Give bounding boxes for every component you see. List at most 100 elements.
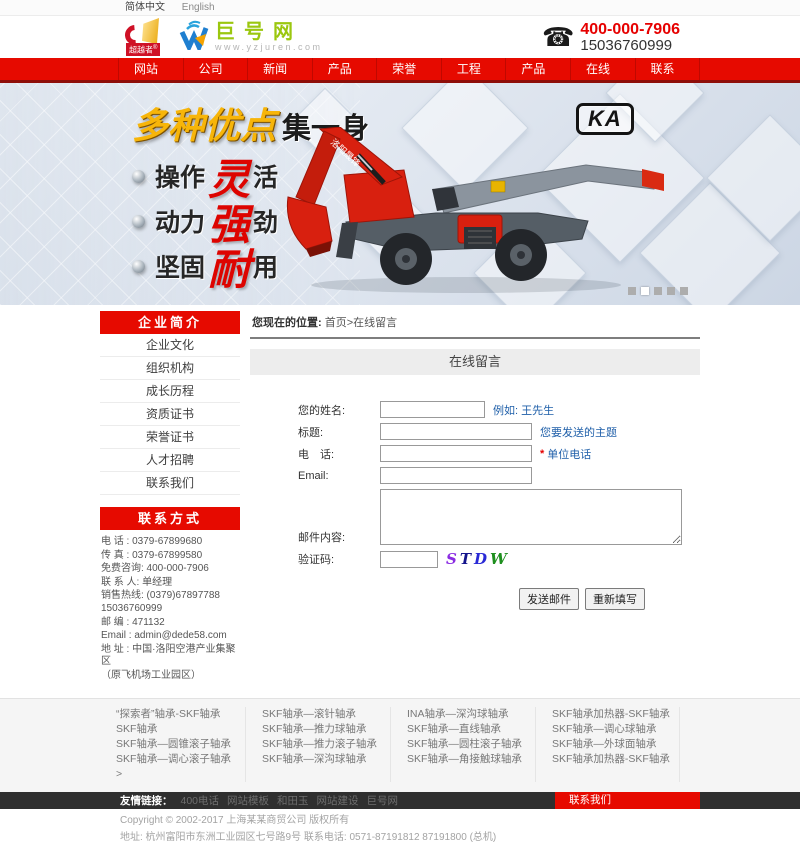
nav-item-message[interactable]: 在线留言 <box>571 58 636 80</box>
registered-mark: ® <box>153 45 157 51</box>
sidebar-item-culture[interactable]: 企业文化 <box>100 334 240 357</box>
content-area: 您现在的位置: 首页>在线留言 在线留言 您的姓名: 例如: 王先生 标题: 您… <box>250 311 700 684</box>
footer-link[interactable]: SKF轴承 <box>116 722 245 737</box>
reset-button[interactable]: 重新填写 <box>585 588 645 610</box>
footer-link[interactable]: SKF轴承—圆锥滚子轴承 <box>116 737 245 752</box>
sidebar-item-recruit[interactable]: 人才招聘 <box>100 449 240 472</box>
footer-link[interactable]: SKF轴承—推力球轴承 <box>262 722 390 737</box>
captcha-input[interactable] <box>380 551 438 568</box>
nav-item-products[interactable]: 产品展示 <box>313 58 378 80</box>
friend-link[interactable]: 网站建设 <box>317 793 359 808</box>
lang-zh-link[interactable]: 简体中文 <box>125 2 165 13</box>
point-highlight: 耐 <box>208 236 250 297</box>
sidebar-item-qualification[interactable]: 资质证书 <box>100 403 240 426</box>
contact-line: 邮 编 : 471132 <box>101 617 239 630</box>
contact-line: 地 址 : 中国·洛阳空港产业集聚区 <box>101 644 239 669</box>
footer-link[interactable]: SKF轴承—外球面轴承 <box>552 737 679 752</box>
footer-link[interactable]: SKF轴承加热器-SKF轴承 <box>552 707 679 722</box>
contact-line: 销售热线: (0379)67897788 15036760999 <box>101 590 239 615</box>
footer-link[interactable]: SKF轴承—角接触球轴承 <box>407 752 535 767</box>
phone-icon: ☎ <box>542 24 574 50</box>
language-bar: 简体中文 English <box>0 0 800 16</box>
phone-label: 电 话: <box>298 446 380 462</box>
friend-link[interactable]: 网站模板 <box>227 793 269 808</box>
captcha-image: STDW <box>446 550 510 568</box>
friend-link[interactable]: 巨号网 <box>367 793 399 808</box>
contact-line: （原飞机场工业园区） <box>101 670 239 683</box>
banner-dot[interactable] <box>680 287 688 295</box>
sidebar-item-contact[interactable]: 联系我们 <box>100 472 240 495</box>
banner-dot[interactable] <box>654 287 662 295</box>
breadcrumb-home-link[interactable]: 首页 <box>325 317 347 329</box>
captcha-label: 验证码: <box>298 551 380 567</box>
footer-link[interactable]: “探索者”轴承-SKF轴承 <box>116 707 245 722</box>
nav-item-about[interactable]: 公司简介 <box>184 58 249 80</box>
name-input[interactable] <box>380 401 485 418</box>
footer-more-link[interactable]: > <box>116 767 245 782</box>
site-url: www.yzjuren.com <box>215 42 323 52</box>
point-text: 劲 <box>253 203 278 239</box>
footer-link[interactable]: SKF轴承加热器-SKF轴承 <box>552 752 679 767</box>
nav-item-news[interactable]: 新闻资讯 <box>248 58 313 80</box>
nav-item-home[interactable]: 网站首页 <box>118 58 184 80</box>
site-header: 超越者® 巨号网 www.yzjuren.com ☎ 400-000-7906 … <box>0 16 800 58</box>
nav-item-knowledge[interactable]: 产品知识 <box>506 58 571 80</box>
footer-link[interactable]: SKF轴承—直线轴承 <box>407 722 535 737</box>
subject-input[interactable] <box>380 423 532 440</box>
banner-dot[interactable] <box>628 287 636 295</box>
site-name: 巨号网 <box>215 22 323 42</box>
email-input[interactable] <box>380 467 532 484</box>
send-mail-button[interactable]: 发送邮件 <box>519 588 579 610</box>
phone-input[interactable] <box>380 445 532 462</box>
banner-headline-highlight: 多种优点 <box>132 105 276 146</box>
sidebar-item-honor[interactable]: 荣誉证书 <box>100 426 240 449</box>
footer-links-section: “探索者”轴承-SKF轴承 SKF轴承 SKF轴承—圆锥滚子轴承 SKF轴承—调… <box>0 698 800 792</box>
brand-logo-icon: 超越者® <box>125 18 169 56</box>
header-phone-block: ☎ 400-000-7906 15036760999 <box>542 21 680 54</box>
footer-link[interactable]: SKF轴承—推力滚子轴承 <box>262 737 390 752</box>
nav-item-contact[interactable]: 联系我们 <box>636 58 701 80</box>
banner-dot-active[interactable] <box>641 287 649 295</box>
banner-dot[interactable] <box>667 287 675 295</box>
nav-item-honors[interactable]: 荣誉证书 <box>377 58 442 80</box>
footer-link[interactable]: INA轴承—深沟球轴承 <box>407 707 535 722</box>
point-text: 活 <box>253 158 278 194</box>
nav-item-cases[interactable]: 工程案例 <box>442 58 507 80</box>
copyright-section: Copyright © 2002-2017 上海某某商贸公司 版权所有 地址: … <box>100 809 700 854</box>
sidebar-contact-title: 联系方式 <box>100 507 240 530</box>
friend-link[interactable]: 和田玉 <box>277 793 309 808</box>
footer-link[interactable]: SKF轴承—调心球轴承 <box>552 722 679 737</box>
main-area: 企业简介 企业文化 组织机构 成长历程 资质证书 荣誉证书 人才招聘 联系我们 … <box>100 311 700 684</box>
contact-line: 传 真 : 0379-67899580 <box>101 550 239 563</box>
friend-link[interactable]: 400电话 <box>181 793 220 808</box>
bullet-sphere-icon <box>132 260 145 273</box>
footer-link[interactable]: SKF轴承—滚针轴承 <box>262 707 390 722</box>
lang-en-link[interactable]: English <box>182 2 215 13</box>
subject-label: 标题: <box>298 424 380 440</box>
hotline-number: 400-000-7906 <box>580 21 680 38</box>
footer-link[interactable]: SKF轴承—圆柱滚子轴承 <box>407 737 535 752</box>
content-label: 邮件内容: <box>298 529 380 545</box>
footer-link[interactable]: SKF轴承—深沟球轴承 <box>262 752 390 767</box>
footer-link[interactable]: SKF轴承—调心滚子轴承 <box>116 752 245 767</box>
name-label: 您的姓名: <box>298 402 380 418</box>
sidebar-item-history[interactable]: 成长历程 <box>100 380 240 403</box>
sidebar-item-organization[interactable]: 组织机构 <box>100 357 240 380</box>
required-mark: * <box>540 448 544 460</box>
sidebar: 企业简介 企业文化 组织机构 成长历程 资质证书 荣誉证书 人才招聘 联系我们 … <box>100 311 240 684</box>
contact-line: 电 话 : 0379-67899680 <box>101 536 239 549</box>
contact-info: 电 话 : 0379-67899680 传 真 : 0379-67899580 … <box>100 530 240 683</box>
footer-contact-button[interactable]: 联系我们 <box>555 792 700 809</box>
message-textarea[interactable] <box>380 489 682 545</box>
point-text: 坚固 <box>155 248 205 284</box>
breadcrumb-current: 在线留言 <box>353 317 397 329</box>
site-logo-icon <box>179 20 209 55</box>
footer-links-column: SKF轴承加热器-SKF轴承 SKF轴承—调心球轴承 SKF轴承—外球面轴承 S… <box>535 707 680 782</box>
contact-line: 联 系 人: 单经理 <box>101 577 239 590</box>
name-hint: 例如: 王先生 <box>493 402 554 418</box>
page-title: 在线留言 <box>250 349 700 375</box>
message-form: 您的姓名: 例如: 王先生 标题: 您要发送的主题 电 话: * 单位电话 Em… <box>250 375 700 610</box>
brand-name: 超越者 <box>129 46 153 55</box>
site-logo[interactable]: 超越者® 巨号网 www.yzjuren.com <box>125 18 323 56</box>
email-label: Email: <box>298 470 380 482</box>
